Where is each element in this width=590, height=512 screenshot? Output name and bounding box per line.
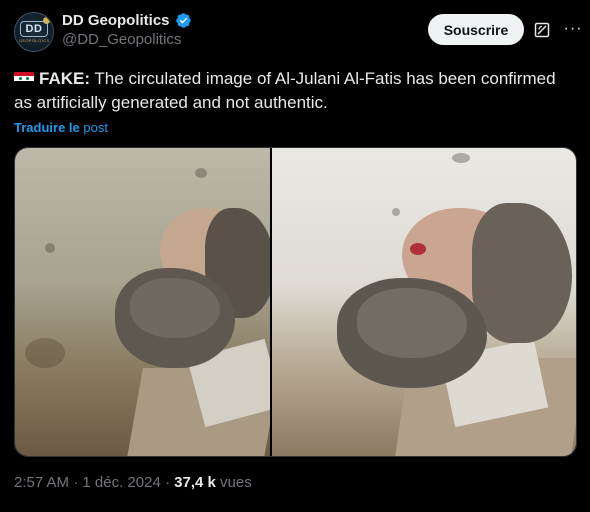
avatar-logo-subtext: GEOPOLITICS	[19, 38, 50, 43]
tweet-text: FAKE: The circulated image of Al-Julani …	[14, 67, 574, 115]
media-image-left[interactable]	[15, 148, 271, 456]
meta-separator: ·	[164, 474, 170, 491]
translate-suffix: post	[83, 120, 108, 135]
meta-separator: ·	[73, 474, 79, 491]
tweet-header: DD GEOPOLITICS DD Geopolitics @DD_Geopol…	[14, 10, 581, 54]
account-names: DD Geopolitics @DD_Geopolitics	[62, 12, 192, 48]
avatar-logo-text: DD	[20, 21, 48, 37]
views-count: 37,4 k	[174, 474, 216, 491]
media-image-right[interactable]	[272, 148, 576, 456]
verified-badge-icon	[175, 13, 191, 28]
tweet-meta: 2:57 AM · 1 déc. 2024 · 37,4 k vues	[14, 474, 252, 491]
tweet-media[interactable]	[14, 147, 577, 457]
display-name[interactable]: DD Geopolitics	[62, 12, 170, 29]
tweet-time[interactable]: 2:57 AM	[14, 474, 69, 491]
grok-icon[interactable]	[534, 22, 550, 38]
tweet-body: The circulated image of Al-Julani Al-Fat…	[14, 69, 556, 112]
tweet-date[interactable]: 1 déc. 2024	[82, 474, 160, 491]
avatar[interactable]: DD GEOPOLITICS	[14, 12, 54, 52]
subscribe-button[interactable]: Souscrire	[428, 14, 524, 45]
more-icon[interactable]: ···	[562, 18, 584, 40]
account-handle[interactable]: @DD_Geopolitics	[62, 31, 192, 48]
translate-post-link[interactable]: Traduire le post	[14, 120, 108, 135]
fake-label: FAKE:	[39, 69, 90, 88]
translate-prefix: Traduire le	[14, 120, 80, 135]
syria-flag-icon	[14, 72, 34, 85]
views-label: vues	[220, 474, 252, 491]
